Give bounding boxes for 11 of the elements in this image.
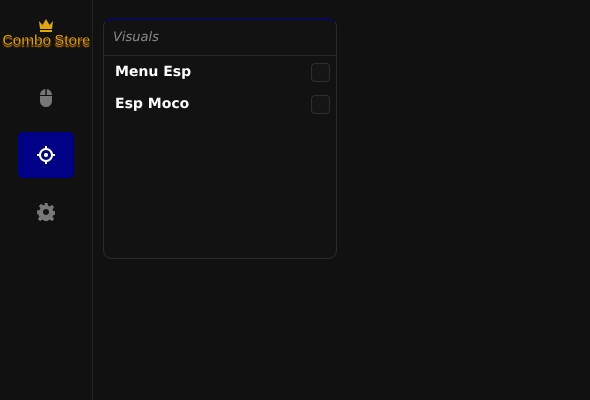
option-label: Menu Esp bbox=[115, 64, 192, 80]
checkbox[interactable] bbox=[311, 94, 330, 114]
crown-icon bbox=[38, 18, 54, 32]
checkbox[interactable] bbox=[311, 62, 330, 82]
logo-text: Combo Store bbox=[2, 32, 90, 49]
option-label: Esp Moco bbox=[115, 96, 190, 112]
nav-tab[interactable] bbox=[18, 132, 74, 178]
crosshair-icon bbox=[36, 145, 56, 165]
panel-title: Visuals bbox=[104, 20, 336, 56]
mouse-icon bbox=[39, 88, 53, 108]
settings-icon bbox=[37, 203, 55, 221]
